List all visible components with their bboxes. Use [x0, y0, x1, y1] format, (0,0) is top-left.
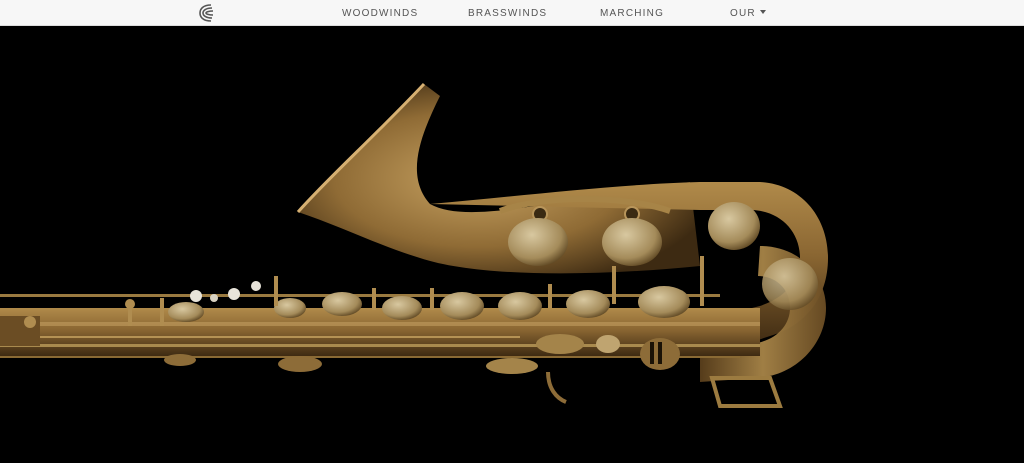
- top-navigation-bar: WOODWINDS BRASSWINDS MARCHING OUR: [0, 0, 1024, 26]
- nav-item-marching[interactable]: MARCHING: [600, 0, 664, 26]
- nav-item-our-label: OUR: [730, 8, 756, 19]
- chevron-down-icon: [759, 10, 766, 14]
- nav-item-brasswinds[interactable]: BRASSWINDS: [468, 0, 547, 26]
- saxophone-image: [0, 82, 828, 408]
- hero-banner: [0, 26, 1024, 463]
- nav-item-woodwinds[interactable]: WOODWINDS: [342, 0, 418, 26]
- company-logo-icon[interactable]: [197, 3, 215, 23]
- nav-item-our[interactable]: OUR: [730, 0, 766, 26]
